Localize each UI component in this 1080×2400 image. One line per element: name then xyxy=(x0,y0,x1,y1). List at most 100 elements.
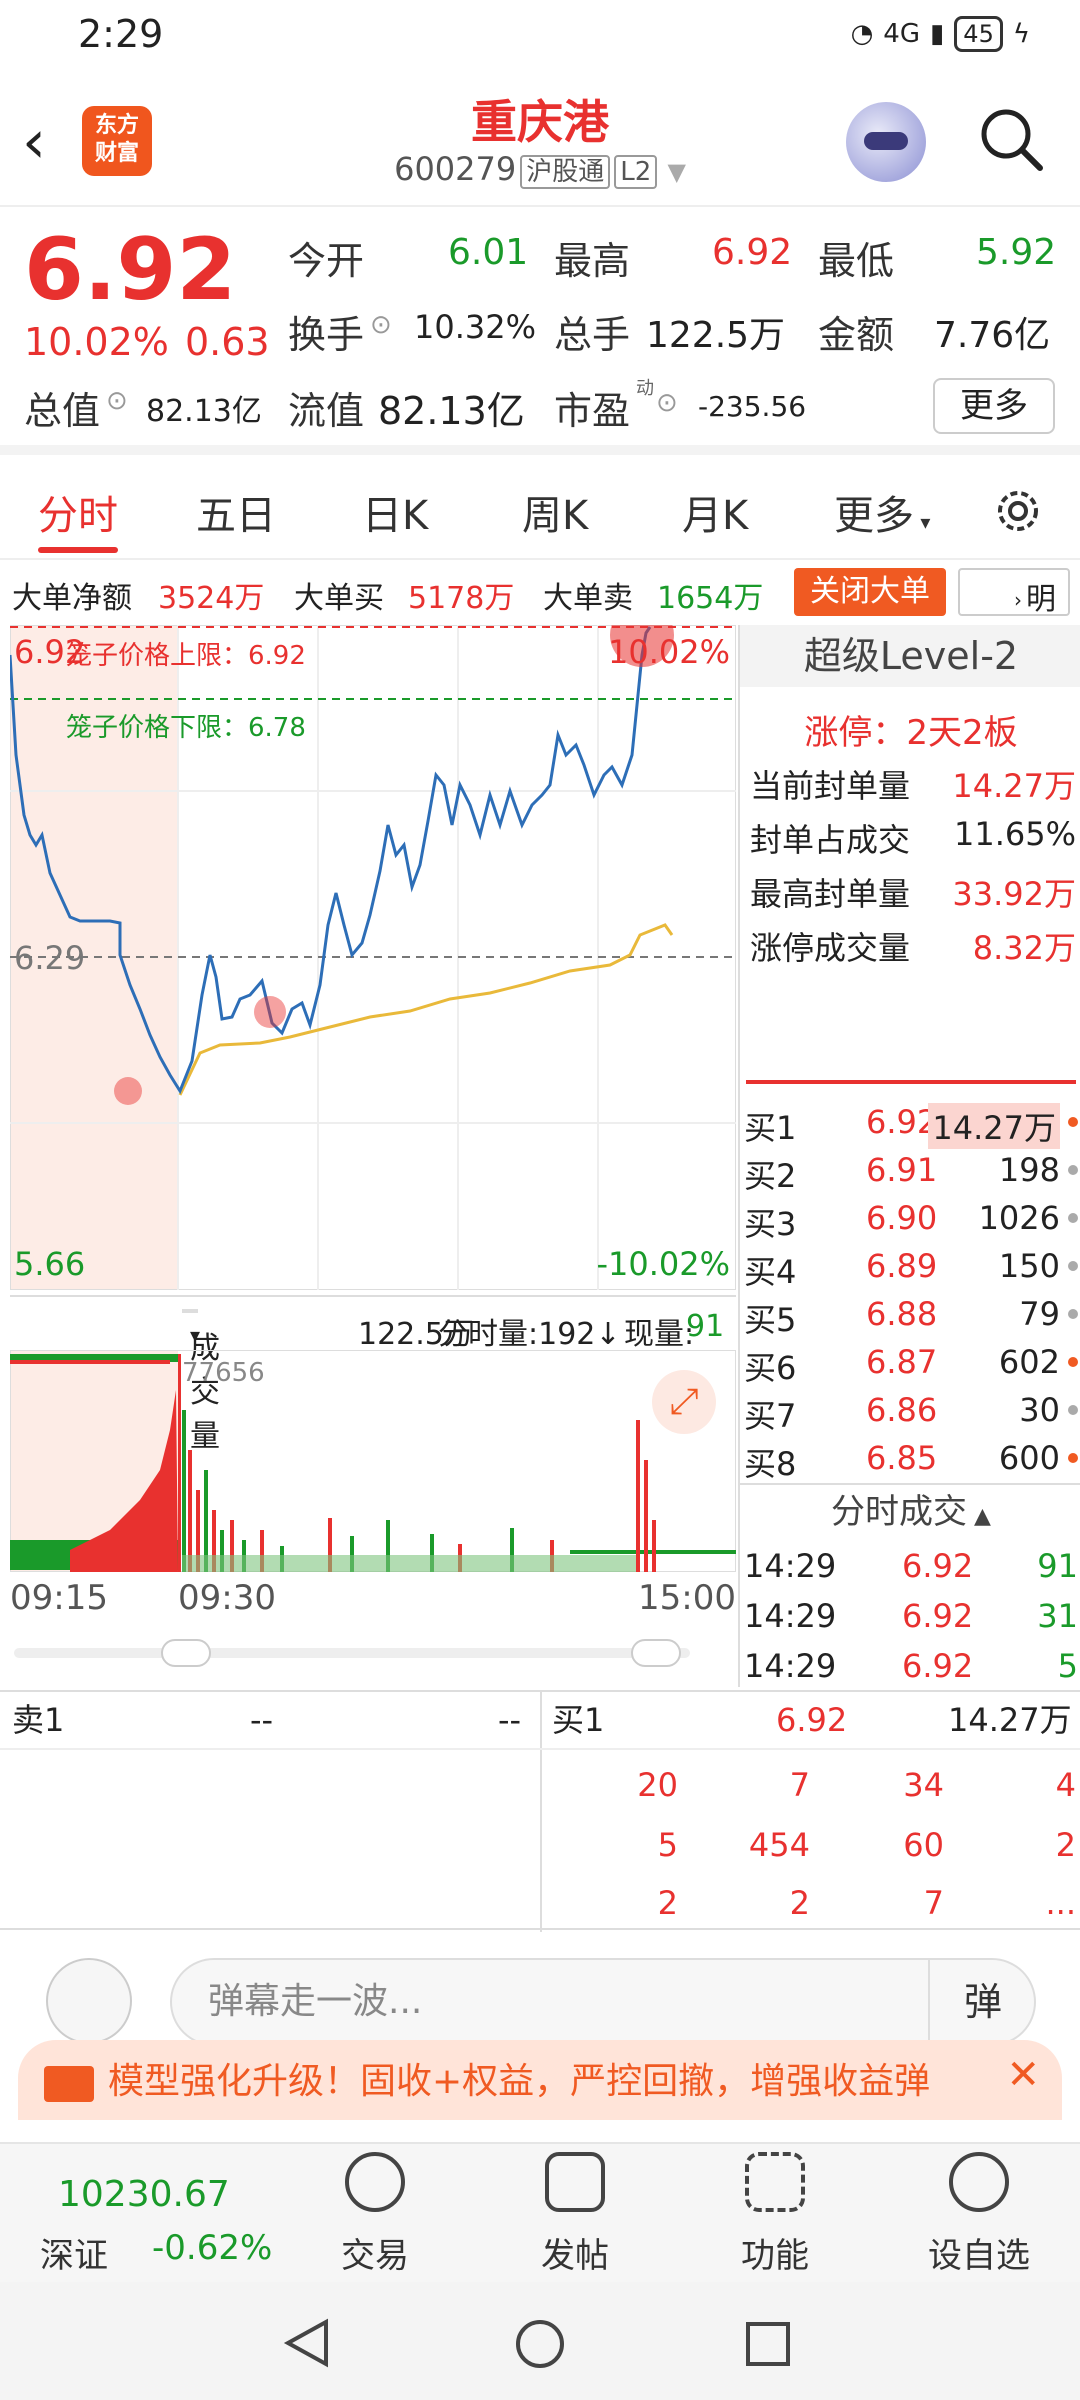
index-percent: -0.62% xyxy=(152,2228,273,2268)
level2-title[interactable]: 超级Level-2 xyxy=(740,625,1080,687)
danmu-toggle-button[interactable]: 弹 xyxy=(928,1960,1036,2044)
dot-icon xyxy=(1068,1357,1078,1367)
comment-bar: 弹幕走一波... 弹 xyxy=(0,1932,1080,2050)
tab-monthly-k[interactable]: 月K xyxy=(682,483,748,541)
queue-qty: 7 xyxy=(789,1766,810,1804)
bid-qty: 79 xyxy=(1019,1295,1060,1333)
tick-time: 14:29 xyxy=(744,1647,837,1685)
queue-qty: 20 xyxy=(637,1766,678,1804)
tab-daily-k[interactable]: 日K xyxy=(362,483,428,541)
bid-name: 买8 xyxy=(744,1445,797,1483)
index-value: 10230.67 xyxy=(58,2174,230,2215)
big-sell-value: 1654万 xyxy=(657,581,764,616)
caret-down-icon: ▾ xyxy=(190,1323,201,1347)
range-handle-left[interactable] xyxy=(161,1639,211,1667)
queue-more[interactable]: ... xyxy=(976,1884,1076,1922)
recents-square-icon[interactable] xyxy=(744,2320,792,2368)
danmu-input[interactable]: 弹幕走一波... 弹 xyxy=(170,1958,1036,2046)
gear-icon[interactable] xyxy=(990,483,1046,539)
axis-low-price: 5.66 xyxy=(14,1245,86,1283)
row-label: 最高封单量 xyxy=(750,875,911,913)
bid-row[interactable]: 买1 6.92 14.27万 xyxy=(744,1103,1078,1151)
bid-row[interactable]: 买7 6.86 30 xyxy=(744,1391,1078,1439)
status-icons: ◔ 4G ▮ 45 ϟ xyxy=(851,16,1030,52)
bid-row[interactable]: 买6 6.87 602 xyxy=(744,1343,1078,1391)
divider xyxy=(746,1080,1076,1084)
chart-tabs: 分时 五日 日K 周K 月K 更多 ▾ xyxy=(0,465,1080,560)
lower-limit-label: 笼子价格下限：6.78 xyxy=(66,713,306,743)
event-marker[interactable] xyxy=(114,1077,142,1105)
nav-add-watchlist[interactable]: 设自选 xyxy=(904,2152,1054,2277)
nav-features[interactable]: 功能 xyxy=(700,2152,850,2277)
big-buy-label: 大单买 xyxy=(294,581,384,616)
close-icon[interactable]: ✕ xyxy=(1006,2052,1040,2098)
bid-price: 6.88 xyxy=(866,1295,938,1333)
robot-avatar-icon[interactable] xyxy=(846,102,926,182)
low-value: 5.92 xyxy=(976,232,1057,273)
bid-row[interactable]: 买4 6.89 150 xyxy=(744,1247,1078,1295)
status-bar: 2:29 ◔ 4G ▮ 45 ϟ xyxy=(0,0,1080,72)
pe-label: 市盈 xyxy=(554,389,631,433)
tick-price: 6.92 xyxy=(902,1597,974,1635)
yen-icon xyxy=(345,2152,405,2212)
turnover-label: 换手 xyxy=(288,313,365,357)
bid-row[interactable]: 买2 6.91 198 xyxy=(744,1151,1078,1199)
battery-icon: 45 xyxy=(954,16,1003,52)
bid-row[interactable]: 买5 6.88 79 xyxy=(744,1295,1078,1343)
list-settings-icon[interactable] xyxy=(46,1958,132,2044)
search-icon[interactable] xyxy=(978,106,1044,172)
event-marker[interactable] xyxy=(254,996,286,1028)
tab-weekly-k[interactable]: 周K xyxy=(522,483,588,541)
bid-row[interactable]: 买3 6.90 1026 xyxy=(744,1199,1078,1247)
last-price: 6.92 xyxy=(24,220,237,320)
dropdown-icon[interactable]: ▼ xyxy=(667,158,685,186)
volume-label: 总手 xyxy=(554,313,631,357)
range-handle-right[interactable] xyxy=(631,1639,681,1667)
expand-icon[interactable]: ⤢ xyxy=(652,1370,716,1434)
queue-qty: 34 xyxy=(903,1766,944,1804)
open-label: 今开 xyxy=(288,239,365,283)
tab-five-day[interactable]: 五日 xyxy=(196,483,276,541)
info-icon[interactable]: ⊙ xyxy=(656,388,678,418)
nav-label: 功能 xyxy=(741,2236,809,2276)
home-circle-icon[interactable] xyxy=(514,2318,566,2370)
tick-price: 6.92 xyxy=(902,1647,974,1685)
ticks-header[interactable]: 分时成交 ▲ xyxy=(740,1483,1080,1535)
detail-button[interactable]: 明细 › xyxy=(958,568,1070,661)
nav-post[interactable]: 发帖 xyxy=(500,2152,650,2277)
bid-name: 买3 xyxy=(744,1205,797,1243)
bid-name: 买5 xyxy=(744,1301,797,1339)
bid-qty: 150 xyxy=(998,1247,1060,1285)
bottom-nav: 10230.67 深证 -0.62% 交易 发帖 功能 设自选 xyxy=(0,2142,1080,2282)
back-triangle-icon[interactable] xyxy=(282,2318,332,2368)
upper-limit-label: 笼子价格上限：6.92 xyxy=(66,641,306,671)
bid-price: 6.92 xyxy=(866,1103,938,1141)
info-icon[interactable]: ⊙ xyxy=(370,310,392,340)
bid-qty: 198 xyxy=(998,1151,1060,1189)
quote-panel: 6.92 10.02% 0.63 今开 6.01 最高 6.92 最低 5.92… xyxy=(0,210,1080,455)
more-button[interactable]: 更多 xyxy=(933,378,1055,434)
float-value: 82.13亿 xyxy=(378,389,525,433)
nav-trade[interactable]: 交易 xyxy=(300,2152,450,2277)
tab-intraday[interactable]: 分时 xyxy=(38,483,118,541)
promo-text: 模型强化升级！固收+权益，严控回撤，增强收益弹 xyxy=(108,2061,931,2102)
bid-row[interactable]: 买8 6.85 600 xyxy=(744,1439,1078,1487)
volume-select[interactable]: 成交量 ▾ xyxy=(182,1309,220,1454)
mktcap-label: 总值 xyxy=(24,389,101,433)
system-nav xyxy=(0,2282,1080,2400)
close-big-order-button[interactable]: 关闭大单 xyxy=(794,568,946,616)
volume-chart[interactable]: 77656 xyxy=(9,1349,770,1573)
promo-banner[interactable]: 模型强化升级！固收+权益，严控回撤，增强收益弹 ✕ xyxy=(18,2040,1062,2120)
sell1-qty: -- xyxy=(498,1701,522,1739)
dot-icon xyxy=(1068,1117,1078,1127)
range-scrollbar[interactable] xyxy=(14,1638,690,1668)
queue-qty: 5 xyxy=(657,1826,678,1864)
tab-more[interactable]: 更多 ▾ xyxy=(834,483,930,541)
divider xyxy=(540,1692,542,1932)
dot-icon xyxy=(1068,1309,1078,1319)
index-name: 深证 xyxy=(40,2236,108,2276)
level-tag: L2 xyxy=(614,155,658,189)
intraday-chart[interactable]: 6.92 笼子价格上限：6.92 笼子价格下限：6.78 10.02% 6.29… xyxy=(10,625,736,1290)
pe-value: -235.56 xyxy=(698,390,807,423)
info-icon[interactable]: ⊙ xyxy=(106,386,128,416)
